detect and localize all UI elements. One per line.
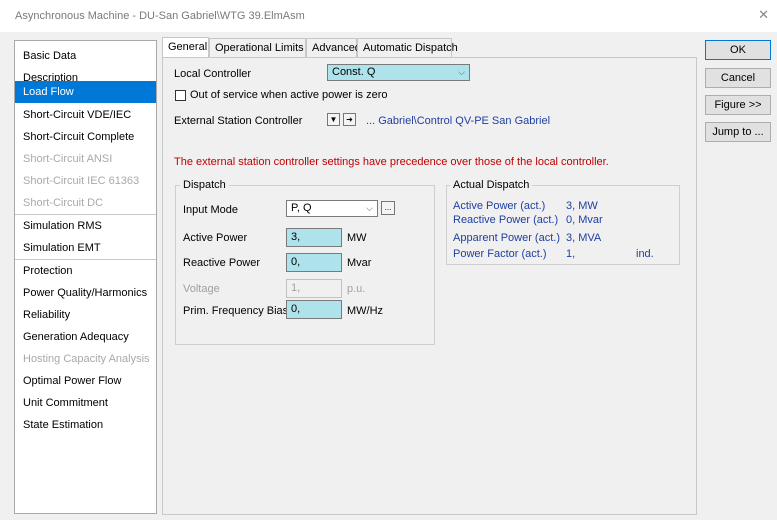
nav-item-generation-adequacy[interactable]: Generation Adequacy bbox=[15, 326, 156, 348]
jump-arrow-right-icon[interactable]: ➜ bbox=[343, 113, 356, 126]
close-icon[interactable]: ✕ bbox=[758, 7, 769, 23]
nav-item-optimal-power-flow[interactable]: Optimal Power Flow bbox=[15, 370, 156, 392]
page-navigation: Basic Data Description Load Flow Short-C… bbox=[14, 40, 157, 514]
frequency-bias-input[interactable]: 0, bbox=[286, 300, 342, 319]
tab-automatic-dispatch[interactable]: Automatic Dispatch bbox=[357, 38, 458, 57]
actual-reactive-power-value: 0, Mvar bbox=[566, 214, 603, 226]
actual-active-power-value: 3, MW bbox=[566, 200, 598, 212]
actual-power-factor-direction: ind. bbox=[636, 248, 654, 260]
input-mode-more-button[interactable]: ... bbox=[381, 201, 395, 215]
voltage-input: 1, bbox=[286, 279, 342, 298]
nav-item-short-circuit-vde-iec[interactable]: Short-Circuit VDE/IEC bbox=[15, 104, 156, 126]
nav-item-short-circuit-dc: Short-Circuit DC bbox=[23, 197, 104, 209]
nav-item-reliability[interactable]: Reliability bbox=[15, 304, 156, 326]
nav-item-simulation-emt[interactable]: Simulation EMT bbox=[15, 237, 156, 259]
nav-item-hosting-capacity-analysis: Hosting Capacity Analysis bbox=[23, 353, 150, 365]
frequency-bias-unit: MW/Hz bbox=[347, 305, 384, 317]
input-mode-select[interactable]: P, Q ⌵ bbox=[286, 200, 378, 217]
actual-reactive-power-label: Reactive Power (act.) bbox=[453, 214, 559, 226]
window-title: Asynchronous Machine - DU-San Gabriel\WT… bbox=[15, 10, 305, 22]
local-controller-select[interactable]: Const. Q ⌵ bbox=[327, 64, 470, 81]
external-station-controller-link[interactable]: ... Gabriel\Control QV-PE San Gabriel bbox=[366, 115, 550, 127]
local-controller-value: Const. Q bbox=[332, 66, 376, 78]
actual-active-power-label: Active Power (act.) bbox=[453, 200, 546, 212]
cancel-button[interactable]: Cancel bbox=[705, 68, 771, 88]
nav-item-unit-commitment[interactable]: Unit Commitment bbox=[15, 392, 156, 414]
reactive-power-input[interactable]: 0, bbox=[286, 253, 342, 272]
nav-item-simulation-rms[interactable]: Simulation RMS bbox=[15, 215, 156, 237]
out-of-service-label: Out of service when active power is zero bbox=[190, 89, 388, 101]
chevron-down-icon: ⌵ bbox=[458, 67, 465, 77]
dispatch-group-title: Dispatch bbox=[180, 179, 229, 191]
actual-apparent-power-value: 3, MVA bbox=[566, 232, 602, 244]
nav-item-basic-data[interactable]: Basic Data bbox=[15, 45, 156, 67]
precedence-warning: The external station controller settings… bbox=[174, 156, 609, 168]
nav-item-state-estimation[interactable]: State Estimation bbox=[15, 414, 156, 436]
nav-item-protection[interactable]: Protection bbox=[15, 260, 156, 282]
out-of-service-checkbox[interactable] bbox=[175, 90, 186, 101]
tab-general[interactable]: General bbox=[162, 37, 209, 58]
tab-operational-limits[interactable]: Operational Limits bbox=[209, 38, 306, 57]
tab-advanced[interactable]: Advanced bbox=[306, 38, 361, 57]
actual-power-factor-value: 1, bbox=[566, 248, 576, 260]
nav-item-short-circuit-ansi: Short-Circuit ANSI bbox=[23, 153, 113, 165]
ok-button[interactable]: OK bbox=[705, 40, 771, 60]
active-power-label: Active Power bbox=[183, 232, 248, 244]
nav-item-power-quality-harmonics[interactable]: Power Quality/Harmonics bbox=[15, 282, 156, 304]
voltage-unit: p.u. bbox=[347, 283, 366, 295]
title-bar: Asynchronous Machine - DU-San Gabriel\WT… bbox=[0, 0, 777, 32]
jump-to-button[interactable]: Jump to ... bbox=[705, 122, 771, 142]
actual-dispatch-group-title: Actual Dispatch bbox=[450, 179, 533, 191]
nav-item-short-circuit-complete[interactable]: Short-Circuit Complete bbox=[15, 126, 156, 148]
select-arrow-down-icon[interactable]: ▼ bbox=[327, 113, 340, 126]
external-station-controller-label: External Station Controller bbox=[174, 115, 303, 127]
reactive-power-label: Reactive Power bbox=[183, 257, 261, 269]
actual-apparent-power-label: Apparent Power (act.) bbox=[453, 232, 560, 244]
chevron-down-icon: ⌵ bbox=[366, 203, 373, 213]
nav-item-load-flow[interactable]: Load Flow bbox=[15, 81, 156, 103]
active-power-unit: MW bbox=[347, 232, 367, 244]
voltage-label: Voltage bbox=[183, 283, 220, 295]
local-controller-label: Local Controller bbox=[174, 68, 252, 80]
nav-item-short-circuit-iec-61363: Short-Circuit IEC 61363 bbox=[23, 175, 140, 187]
input-mode-value: P, Q bbox=[291, 202, 312, 214]
actual-power-factor-label: Power Factor (act.) bbox=[453, 248, 547, 260]
reactive-power-unit: Mvar bbox=[347, 257, 372, 269]
active-power-input[interactable]: 3, bbox=[286, 228, 342, 247]
input-mode-label: Input Mode bbox=[183, 204, 239, 216]
frequency-bias-label: Prim. Frequency Bias bbox=[183, 305, 289, 317]
figure-button[interactable]: Figure >> bbox=[705, 95, 771, 115]
